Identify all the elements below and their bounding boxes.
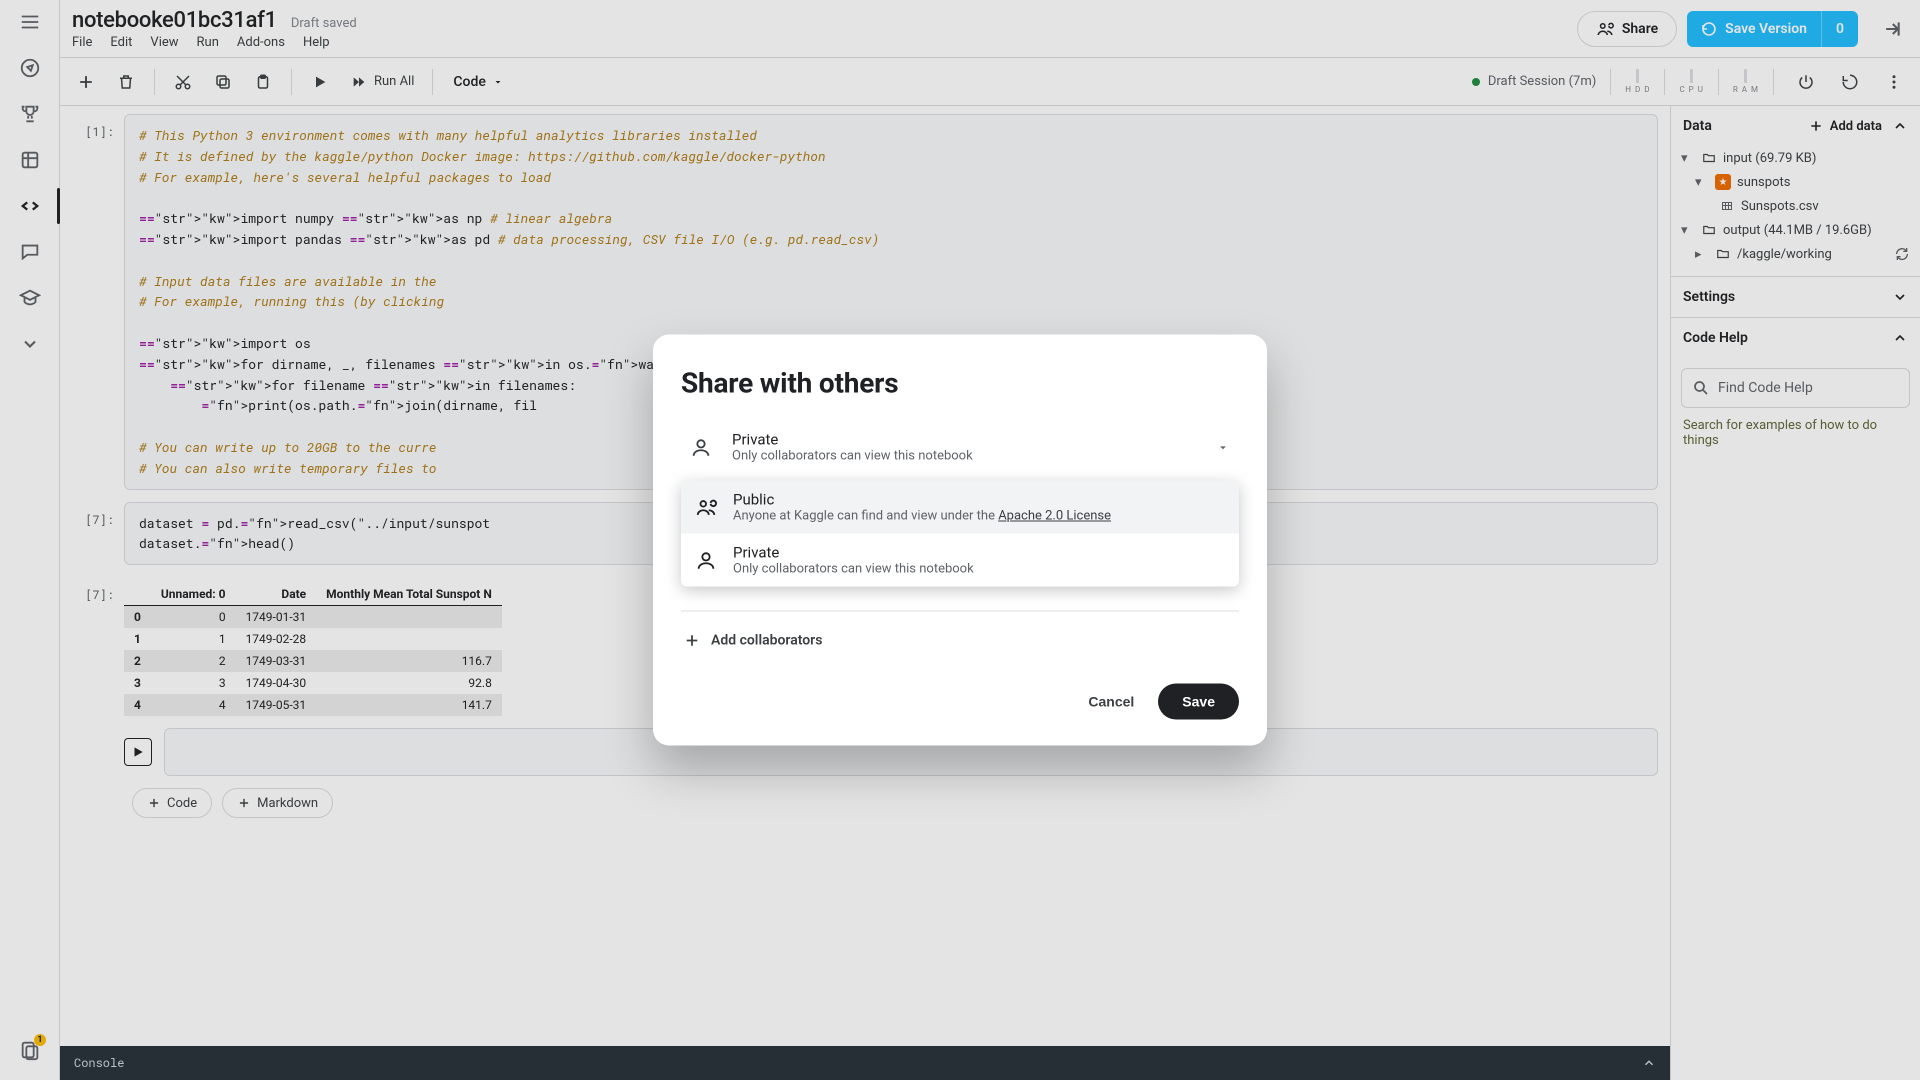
plus-icon xyxy=(683,632,701,650)
people-icon xyxy=(695,496,717,518)
privacy-option-private[interactable]: Private Only collaborators can view this… xyxy=(681,534,1239,587)
privacy-option-public[interactable]: Public Anyone at Kaggle can find and vie… xyxy=(681,481,1239,534)
modal-title: Share with others xyxy=(681,367,1239,400)
cancel-button[interactable]: Cancel xyxy=(1082,684,1140,720)
save-button[interactable]: Save xyxy=(1158,684,1239,720)
person-icon xyxy=(690,436,716,458)
dropdown-icon xyxy=(1216,440,1230,454)
privacy-select[interactable]: Private Only collaborators can view this… xyxy=(681,424,1239,471)
add-collaborators-button[interactable]: Add collaborators xyxy=(681,628,1239,654)
license-link[interactable]: Apache 2.0 License xyxy=(998,509,1111,524)
person-icon xyxy=(695,549,717,571)
modal-divider xyxy=(681,611,1239,612)
privacy-dropdown: Public Anyone at Kaggle can find and vie… xyxy=(681,481,1239,587)
share-modal: Share with others Private Only collabora… xyxy=(653,335,1267,746)
